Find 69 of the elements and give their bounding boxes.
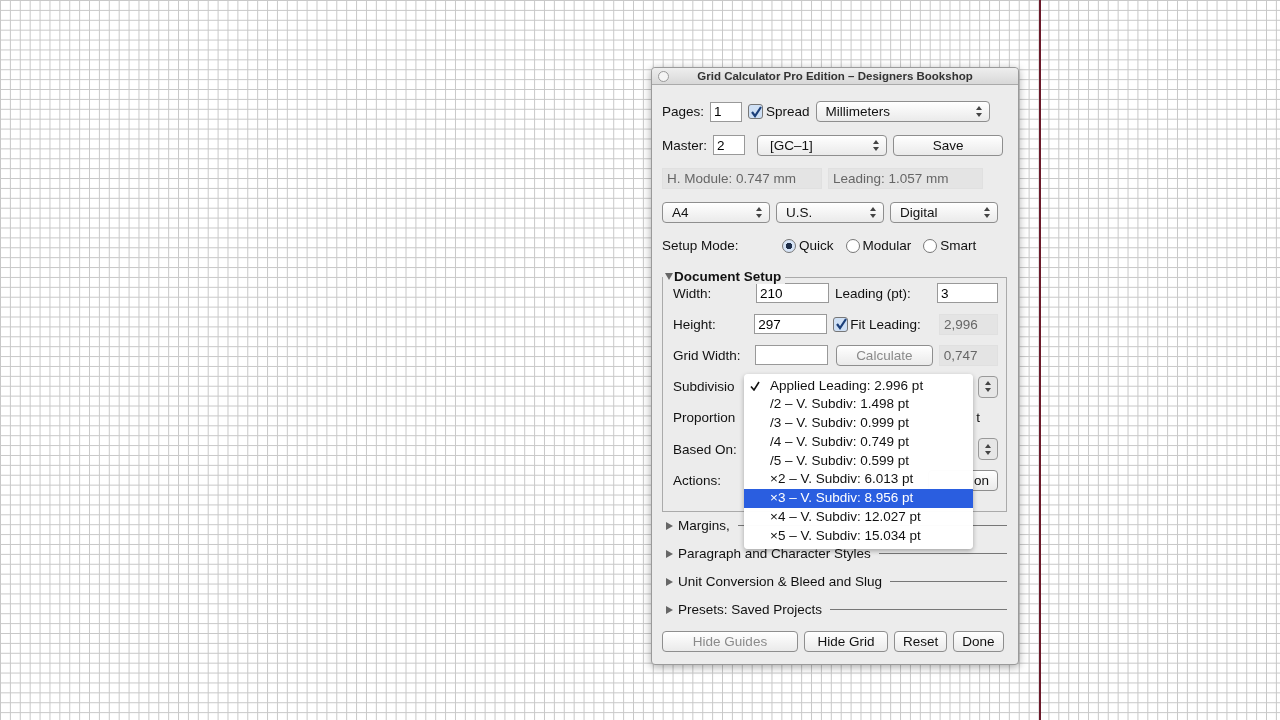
width-field[interactable]: 210 [756,283,829,304]
subdivision-label: Subdivisio [673,379,735,395]
section-title[interactable]: Presets: Saved Projects [678,602,823,617]
disclosure-icon[interactable] [666,549,673,558]
menu-item[interactable]: /2 – V. Subdiv: 1.498 pt [744,395,973,415]
leading-label: Leading (pt): [835,285,912,301]
grid-width-value: 0,747 [938,344,998,366]
units-popup[interactable]: Millimeters [815,101,990,123]
leading-field[interactable]: 3 [937,283,998,304]
stepper-icon [756,206,763,218]
popup-stepper-icon[interactable] [978,375,998,398]
stepper-icon [984,206,991,218]
grid-width-field[interactable] [754,345,828,366]
radio-button[interactable] [845,238,860,253]
spread-label: Spread [766,104,810,120]
leading-readout: Leading: 1.057 mm [828,168,983,190]
proportion-label: Proportion [673,410,737,426]
fit-leading-checkbox[interactable] [833,316,849,332]
fit-leading-value: 2,996 [939,313,998,335]
menu-item[interactable]: ×3 – V. Subdiv: 8.956 pt [744,489,973,509]
radio-button[interactable] [782,238,796,253]
section-title[interactable]: Paragraph and Character Styles [678,546,871,561]
pages-field[interactable]: 1 [710,101,743,122]
radio-button[interactable] [923,238,938,253]
stepper-icon [870,206,877,218]
preset-popup[interactable]: Digital [890,201,998,223]
disclosure-icon[interactable] [666,577,673,586]
popup-stepper-icon[interactable] [978,438,998,461]
menu-item[interactable]: ×5 – V. Subdiv: 15.034 pt [744,526,973,546]
setup-mode-label: Setup Mode: [662,238,740,254]
menu-item[interactable]: /3 – V. Subdiv: 0.999 pt [744,414,973,433]
section-title[interactable]: Unit Conversion & Bleed and Slug [678,574,883,589]
master-label: Master: [662,137,707,153]
pages-label: Pages: [662,104,705,120]
spread-checkbox[interactable] [748,104,764,120]
stepper-icon [975,106,983,118]
menu-item[interactable]: /4 – V. Subdiv: 0.749 pt [744,432,973,452]
based-on-label: Based On: [673,441,738,457]
save-button[interactable]: Save [893,134,1003,156]
dialog-button[interactable]: Reset [894,630,948,652]
group-title: Document Setup [674,268,782,284]
window-title: Grid Calculator Pro Edition – Designers Bookshop [697,70,973,82]
radio-label: Quick [799,238,834,254]
menu-item[interactable]: ×2 – V. Subdiv: 6.013 pt [744,470,973,490]
height-field[interactable]: 297 [754,314,828,335]
disclosure-icon[interactable] [666,605,673,614]
menu-item[interactable]: Applied Leading: 2.996 pt [744,376,973,396]
height-label: Height: [673,316,717,332]
actions-label: Actions: [673,472,723,488]
menu-item[interactable]: ×4 – V. Subdiv: 12.027 pt [744,508,973,527]
preset-popup[interactable]: U.S. [776,201,884,223]
proportion-text: t [976,410,980,426]
radio-label: Modular [862,238,912,254]
disclosure-icon[interactable] [665,272,673,280]
master-field[interactable]: 2 [713,135,745,156]
master-popup[interactable]: [GC–1] [757,134,887,156]
disclosure-icon[interactable] [666,521,673,530]
fit-leading-label: Fit Leading: [850,316,921,332]
menu-item[interactable]: /5 – V. Subdiv: 0.599 pt [744,451,973,471]
stepper-icon [873,139,880,151]
checkmark-icon [750,380,760,391]
module-readout: H. Module: 0.747 mm [662,168,822,190]
width-label: Width: [673,285,713,301]
preset-popup[interactable]: A4 [662,201,770,223]
dialog-button[interactable]: Hide Grid [804,630,888,652]
section-title[interactable]: Margins, [678,518,730,533]
radio-label: Smart [940,238,977,254]
grid-width-label: Grid Width: [673,347,742,363]
dialog-button[interactable]: Done [953,630,1004,652]
